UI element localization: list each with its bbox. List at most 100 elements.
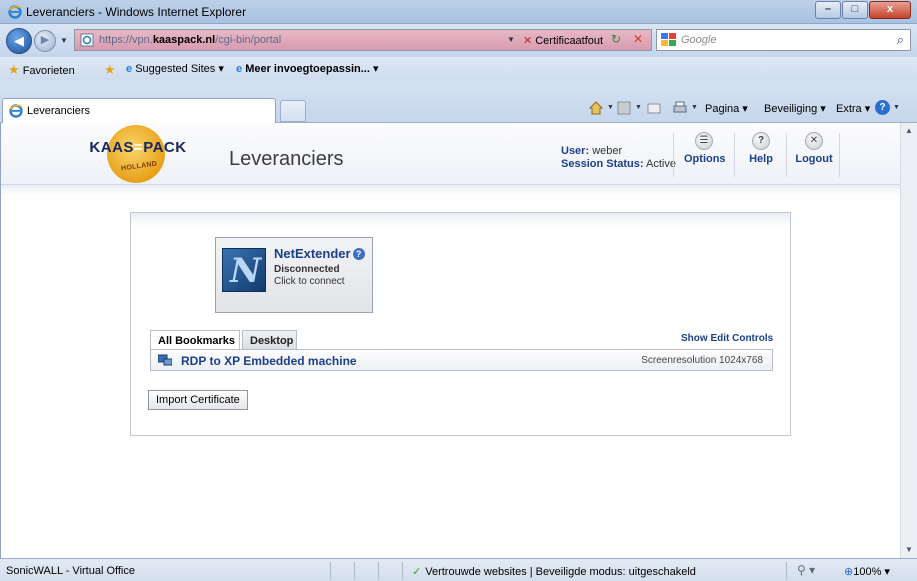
scroll-up-icon[interactable]: ▲ bbox=[901, 123, 917, 139]
maximize-button[interactable]: □ bbox=[842, 1, 868, 19]
certificate-error-icon: ✕ bbox=[523, 35, 533, 47]
header-divider bbox=[673, 133, 674, 177]
tools-menu[interactable]: Extra ▾ bbox=[836, 102, 870, 115]
back-arrow-icon: ◀ bbox=[14, 33, 24, 48]
status-divider-4 bbox=[402, 562, 403, 579]
url-dropdown-icon[interactable]: ▼ bbox=[507, 35, 515, 44]
logout-x-icon: ✕ bbox=[805, 132, 823, 150]
header-divider-2 bbox=[734, 133, 735, 177]
print-dropdown-icon[interactable]: ▼ bbox=[691, 104, 698, 111]
bookmark-row[interactable]: RDP to XP Embedded machine Screenresolut… bbox=[150, 349, 773, 371]
search-placeholder: Google bbox=[681, 34, 717, 46]
options-button[interactable]: ☰ Options bbox=[684, 132, 726, 165]
refresh-icon[interactable]: ↻ bbox=[607, 32, 625, 48]
netextender-title[interactable]: NetExtender? bbox=[274, 246, 365, 261]
history-dropdown-icon[interactable]: ▼ bbox=[60, 36, 68, 45]
ie-page-icon-2: e bbox=[236, 63, 243, 75]
page-menu[interactable]: Pagina ▾ bbox=[705, 102, 748, 115]
favorites-bar: ★ Favorieten ★ e Suggested Sites ▾ e Mee… bbox=[0, 57, 917, 80]
import-certificate-button[interactable]: Import Certificate bbox=[148, 390, 248, 410]
logo-equals: = bbox=[133, 139, 144, 156]
zoom-level[interactable]: ⊕100% ▾ bbox=[844, 565, 890, 578]
forward-arrow-icon: ▶ bbox=[40, 34, 50, 46]
user-value: weber bbox=[592, 145, 623, 157]
security-zone[interactable]: ✓ Vertrouwde websites | Beveiligde modus:… bbox=[412, 565, 696, 578]
suggested-sites-label: Suggested Sites ▾ bbox=[135, 63, 224, 75]
help-dropdown-icon[interactable]: ▼ bbox=[893, 104, 900, 111]
favorites-label: Favorieten bbox=[22, 65, 75, 77]
user-info: User: weber Session Status: Active bbox=[561, 145, 676, 171]
session-value: Active bbox=[645, 158, 676, 170]
close-button[interactable]: x bbox=[869, 1, 911, 19]
help-question-icon: ? bbox=[752, 132, 770, 150]
status-divider-2 bbox=[354, 562, 355, 579]
minimize-button[interactable]: – bbox=[815, 1, 841, 19]
stop-icon[interactable]: ✕ bbox=[629, 32, 647, 48]
favorites-button[interactable]: ★ Favorieten bbox=[8, 62, 75, 78]
options-icon: ☰ bbox=[695, 132, 713, 150]
netextender-n-glyph: N bbox=[230, 251, 262, 291]
safety-menu[interactable]: Beveiliging ▾ bbox=[764, 102, 826, 115]
mail-icon[interactable] bbox=[646, 100, 662, 116]
status-bar: SonicWALL - Virtual Office ✓ Vertrouwde w… bbox=[0, 558, 917, 581]
panel-top-gradient bbox=[131, 213, 790, 227]
print-icon[interactable] bbox=[672, 100, 688, 116]
google-logo-icon bbox=[661, 33, 676, 46]
help-label: Help bbox=[749, 153, 773, 165]
netextender-title-label: NetExtender bbox=[274, 246, 351, 261]
back-button[interactable]: ◀ bbox=[6, 28, 32, 54]
kaaspack-logo: KAAS=PACK HOLLAND bbox=[75, 125, 201, 183]
certificate-error-button[interactable]: ✕ Certificaatfout bbox=[523, 34, 603, 47]
home-icon[interactable] bbox=[588, 100, 604, 116]
ie-tab-icon bbox=[9, 104, 23, 118]
home-dropdown-icon[interactable]: ▼ bbox=[607, 104, 614, 111]
search-box[interactable]: Google ⌕ bbox=[656, 29, 911, 51]
forward-button[interactable]: ▶ bbox=[34, 30, 56, 52]
show-edit-controls-link[interactable]: Show Edit Controls bbox=[681, 333, 773, 344]
zoom-icon: ⊕ bbox=[844, 566, 854, 578]
certificate-error-label: Certificaatfout bbox=[535, 35, 604, 47]
add-favorite-button[interactable]: ★ bbox=[104, 62, 116, 78]
bookmark-label[interactable]: RDP to XP Embedded machine bbox=[181, 354, 357, 368]
netextender-box[interactable]: N NetExtender? Disconnected Click to con… bbox=[215, 237, 373, 313]
logo-wordmark: KAAS=PACK bbox=[75, 139, 201, 156]
netextender-help-icon[interactable]: ? bbox=[352, 248, 365, 260]
vertical-scrollbar[interactable]: ▲ ▼ bbox=[900, 123, 917, 558]
url-text[interactable]: https://vpn.kaaspack.nl/cgi-bin/portal bbox=[99, 34, 281, 46]
add-favorite-icon: ★ bbox=[104, 62, 116, 77]
more-addons-link[interactable]: e Meer invoegtoepassin... ▾ bbox=[236, 62, 378, 75]
suggested-sites-link[interactable]: e Suggested Sites ▾ bbox=[126, 62, 224, 75]
window-title: Leveranciers - Windows Internet Explorer bbox=[26, 5, 247, 19]
address-bar[interactable]: https://vpn.kaaspack.nl/cgi-bin/portal ▼… bbox=[74, 29, 652, 51]
address-toolbar: ◀ ▶ ▼ https://vpn.kaaspack.nl/cgi-bin/po… bbox=[0, 24, 917, 57]
tab-leveranciers[interactable]: Leveranciers bbox=[2, 98, 276, 123]
feeds-icon[interactable] bbox=[616, 100, 632, 116]
status-divider-3 bbox=[378, 562, 379, 579]
logout-button[interactable]: ✕ Logout bbox=[794, 132, 834, 165]
netextender-hint: Click to connect bbox=[274, 276, 345, 287]
rdp-icon bbox=[158, 354, 172, 366]
portal-header: KAAS=PACK HOLLAND Leveranciers User: web… bbox=[1, 123, 900, 185]
bookmarks-panel: N NetExtender? Disconnected Click to con… bbox=[130, 212, 791, 436]
tab-all-bookmarks[interactable]: All Bookmarks bbox=[150, 330, 240, 351]
feeds-dropdown-icon[interactable]: ▼ bbox=[635, 104, 642, 111]
tab-desktop[interactable]: Desktop bbox=[242, 330, 297, 350]
help-icon[interactable]: ? bbox=[875, 100, 890, 115]
protected-mode-icon[interactable]: ⚲ ▾ bbox=[797, 563, 815, 577]
scroll-down-icon[interactable]: ▼ bbox=[901, 542, 917, 558]
maximize-icon: □ bbox=[851, 3, 859, 15]
tab-label: Leveranciers bbox=[27, 105, 90, 117]
options-label: Options bbox=[684, 153, 726, 165]
logout-label: Logout bbox=[795, 153, 833, 165]
favorites-star-icon: ★ bbox=[8, 62, 20, 77]
header-shadow bbox=[1, 185, 900, 195]
url-path: /cgi-bin/portal bbox=[215, 34, 282, 46]
bookmark-detail: Screenresolution 1024x768 bbox=[641, 355, 763, 366]
minimize-icon: – bbox=[824, 3, 832, 15]
search-icon[interactable]: ⌕ bbox=[897, 32, 904, 48]
url-domain: kaaspack.nl bbox=[152, 34, 216, 46]
url-prefix: https://vpn. bbox=[99, 34, 153, 46]
help-button[interactable]: ? Help bbox=[744, 132, 778, 165]
new-tab-button[interactable] bbox=[280, 100, 306, 122]
more-addons-label: Meer invoegtoepassin... ▾ bbox=[245, 63, 379, 75]
